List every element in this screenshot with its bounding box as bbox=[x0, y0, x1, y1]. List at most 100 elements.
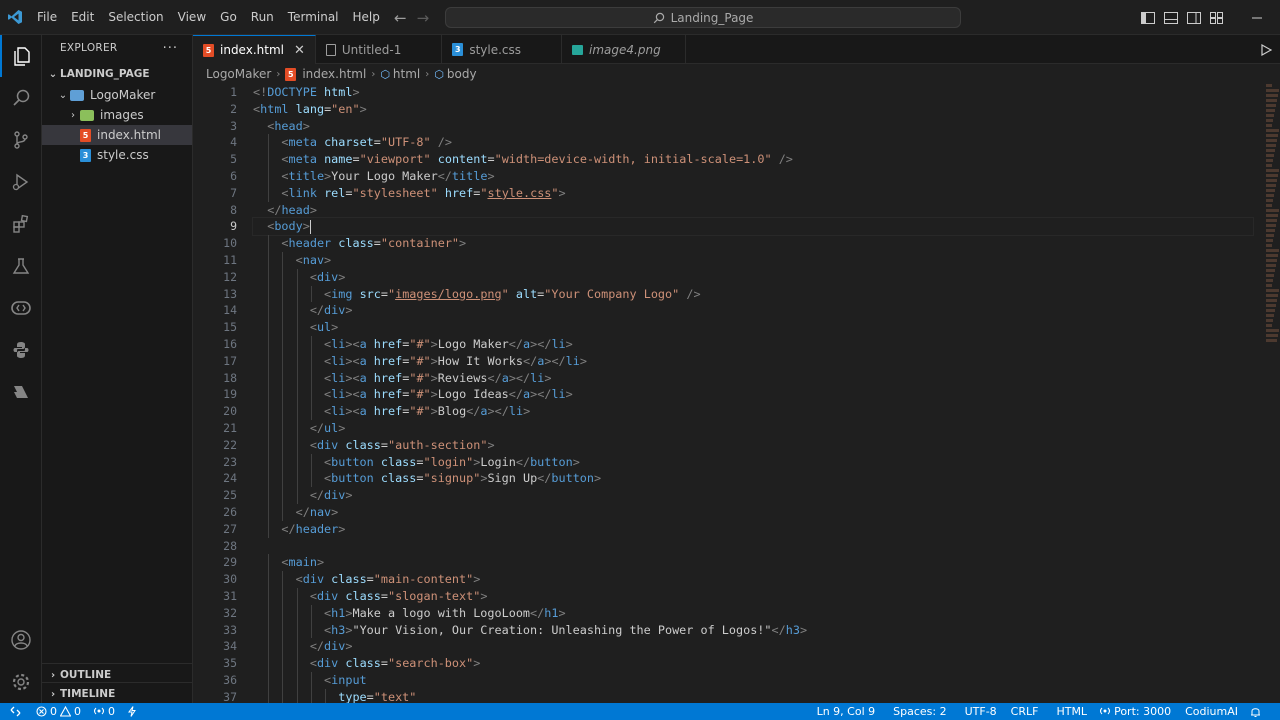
line-ending[interactable]: CRLF bbox=[1005, 705, 1045, 718]
files-icon[interactable] bbox=[0, 35, 42, 77]
code-line[interactable]: <body> bbox=[252, 217, 1254, 237]
code-line[interactable]: <ul> bbox=[253, 319, 1253, 336]
timeline-section[interactable]: › TIMELINE bbox=[42, 682, 193, 705]
forward-arrow-icon[interactable]: → bbox=[417, 9, 430, 27]
code-line[interactable]: <head> bbox=[253, 118, 1253, 135]
folder-logomaker[interactable]: ⌄ LogoMaker bbox=[42, 85, 192, 105]
deploy-icon[interactable] bbox=[0, 371, 42, 413]
code-line[interactable]: <div class="auth-section"> bbox=[253, 436, 1253, 454]
code-line[interactable]: type="text" bbox=[253, 688, 1253, 703]
folder-images[interactable]: › images bbox=[42, 105, 192, 125]
toggle-secondary-sidebar-icon[interactable] bbox=[1182, 0, 1205, 35]
run-button[interactable] bbox=[1260, 35, 1272, 64]
code-line[interactable]: <div class="slogan-text"> bbox=[253, 587, 1253, 605]
file-index-html[interactable]: 5 index.html bbox=[42, 125, 192, 145]
menu-run[interactable]: Run bbox=[244, 0, 281, 35]
code-line[interactable]: <h3>"Your Vision, Our Creation: Unleashi… bbox=[253, 621, 1253, 639]
code-line[interactable]: <div class="search-box"> bbox=[253, 655, 1253, 672]
indentation-setting[interactable]: Spaces: 2 bbox=[887, 705, 952, 718]
code-line[interactable]: <header class="container"> bbox=[253, 235, 1253, 252]
minimap-line bbox=[1266, 119, 1273, 122]
extensions-icon[interactable] bbox=[0, 203, 42, 245]
tab-image4-png[interactable]: image4.png bbox=[562, 35, 686, 64]
cursor-position[interactable]: Ln 9, Col 9 bbox=[811, 705, 882, 718]
code-line[interactable]: <li><a href="#">Reviews</a></li> bbox=[253, 369, 1253, 387]
ports-indicator[interactable]: 0 bbox=[87, 705, 121, 718]
toggle-panel-icon[interactable] bbox=[1159, 0, 1182, 35]
menu-edit[interactable]: Edit bbox=[64, 0, 101, 35]
code-line[interactable]: <meta charset="UTF-8" /> bbox=[253, 134, 1253, 152]
codium-ai-status[interactable]: CodiumAI bbox=[1179, 705, 1244, 718]
code-line[interactable]: <button class="signup">Sign Up</button> bbox=[253, 470, 1253, 488]
testing-icon[interactable] bbox=[0, 245, 42, 287]
python-icon[interactable] bbox=[0, 329, 42, 371]
code-line[interactable]: <!DOCTYPE html> bbox=[253, 84, 1253, 101]
code-line[interactable]: <div class="main-content"> bbox=[253, 571, 1253, 588]
file-encoding[interactable]: UTF-8 bbox=[959, 705, 1003, 718]
problems-indicator[interactable]: 0 0 bbox=[30, 705, 87, 718]
menu-file[interactable]: File bbox=[30, 0, 64, 35]
run-debug-icon[interactable] bbox=[0, 161, 42, 203]
code-line[interactable]: <nav> bbox=[253, 251, 1253, 269]
code-line[interactable]: <link rel="stylesheet" href="style.css"> bbox=[253, 184, 1253, 202]
code-line[interactable]: <li><a href="#">Logo Maker</a></li> bbox=[253, 335, 1253, 353]
menu-selection[interactable]: Selection bbox=[101, 0, 170, 35]
code-line[interactable] bbox=[253, 538, 1253, 555]
code-editor[interactable]: 1 2 3 4 5 6 7 8 9 10 11 12 13 14 15 16 17 18 19 20 21 22 23 24 2… bbox=[193, 84, 1280, 703]
workspace-root[interactable]: ⌄ LANDING_PAGE bbox=[42, 63, 192, 85]
code-line[interactable]: <input bbox=[253, 671, 1253, 689]
code-line[interactable]: <li><a href="#">How It Works</a></li> bbox=[253, 352, 1253, 370]
close-icon[interactable]: ✕ bbox=[294, 43, 305, 58]
explorer-sidebar: EXPLORER ··· ⌄ LANDING_PAGE ⌄ LogoMaker … bbox=[42, 35, 193, 703]
minimap[interactable] bbox=[1266, 84, 1280, 344]
code-line[interactable]: </head> bbox=[253, 202, 1253, 219]
menu-terminal[interactable]: Terminal bbox=[281, 0, 346, 35]
customize-layout-icon[interactable] bbox=[1205, 0, 1228, 35]
code-line[interactable]: <div> bbox=[253, 268, 1253, 286]
command-center-search[interactable]: Landing_Page bbox=[445, 7, 961, 28]
file-style-css[interactable]: 3 style.css bbox=[42, 145, 192, 165]
code-line[interactable]: </nav> bbox=[253, 503, 1253, 521]
code-line[interactable]: </div> bbox=[253, 638, 1253, 656]
settings-gear-icon[interactable] bbox=[0, 661, 42, 703]
code-line[interactable]: </div> bbox=[253, 487, 1253, 504]
lightning-indicator[interactable] bbox=[121, 706, 143, 717]
notifications-icon[interactable] bbox=[1244, 706, 1280, 718]
more-actions-icon[interactable]: ··· bbox=[163, 41, 178, 56]
menu-help[interactable]: Help bbox=[346, 0, 387, 35]
back-arrow-icon[interactable]: ← bbox=[394, 9, 407, 27]
code-line[interactable]: </div> bbox=[253, 302, 1253, 320]
breadcrumb-item[interactable]: LogoMaker bbox=[206, 67, 271, 81]
toggle-primary-sidebar-icon[interactable] bbox=[1136, 0, 1159, 35]
code-line[interactable]: </ul> bbox=[253, 419, 1253, 437]
search-icon[interactable] bbox=[0, 77, 42, 119]
remote-indicator[interactable] bbox=[0, 703, 30, 720]
tab-untitled-1[interactable]: Untitled-1 bbox=[316, 35, 443, 64]
breadcrumb-item[interactable]: index.html bbox=[302, 67, 366, 81]
code-line[interactable]: <li><a href="#">Logo Ideas</a></li> bbox=[253, 386, 1253, 404]
language-mode[interactable]: HTML bbox=[1050, 705, 1093, 718]
code-content[interactable]: <!DOCTYPE html> <html lang="en"> <head> <… bbox=[252, 84, 1254, 703]
tab-style-css[interactable]: 3 style.css bbox=[442, 35, 563, 64]
account-icon[interactable] bbox=[0, 619, 42, 661]
code-line[interactable]: <li><a href="#">Blog</a></li> bbox=[253, 403, 1253, 420]
code-line[interactable]: <button class="login">Login</button> bbox=[253, 453, 1253, 471]
menu-go[interactable]: Go bbox=[213, 0, 244, 35]
minimize-window-icon[interactable] bbox=[1234, 0, 1280, 35]
code-line[interactable]: <title>Your Logo Maker</title> bbox=[253, 167, 1253, 185]
code-line[interactable]: <h1>Make a logo with LogoLoom</h1> bbox=[253, 604, 1253, 622]
remote-explorer-icon[interactable] bbox=[0, 287, 42, 329]
breadcrumb-item[interactable]: body bbox=[447, 67, 477, 81]
menu-view[interactable]: View bbox=[171, 0, 213, 35]
source-control-icon[interactable] bbox=[0, 119, 42, 161]
code-line[interactable]: <html lang="en"> bbox=[253, 101, 1253, 118]
element-symbol-icon: ⬡ bbox=[434, 67, 444, 81]
breadcrumb-item[interactable]: html bbox=[393, 67, 420, 81]
code-line[interactable]: <main> bbox=[253, 554, 1253, 572]
line-number-gutter: 1 2 3 4 5 6 7 8 9 10 11 12 13 14 15 16 17 18 19 20 21 22 23 24 2… bbox=[193, 84, 237, 703]
code-line[interactable]: <meta name="viewport" content="width=dev… bbox=[253, 151, 1253, 168]
code-line[interactable]: </header> bbox=[253, 520, 1253, 538]
live-server-port[interactable]: Port: 3000 bbox=[1093, 705, 1177, 718]
tab-index-html[interactable]: 5 index.html ✕ bbox=[193, 35, 316, 64]
code-line[interactable]: <img src="images/logo.png" alt="Your Com… bbox=[253, 285, 1253, 303]
